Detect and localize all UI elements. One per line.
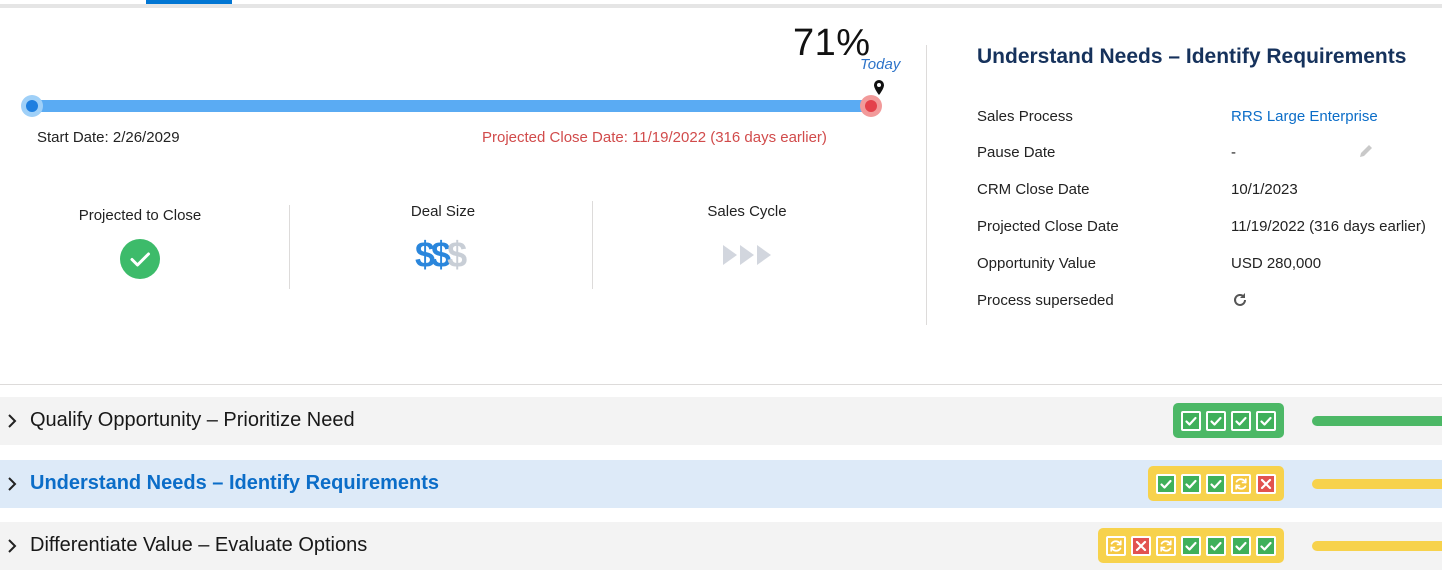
start-date: Start Date: 2/26/2029 [37,129,180,146]
task-complete-icon [1206,535,1226,556]
chevron-right-icon[interactable] [6,539,18,553]
task-complete-icon [1156,473,1176,494]
stage-title: Differentiate Value – Evaluate Options [30,534,368,556]
detail-label-crm-close-date: CRM Close Date [977,181,1090,198]
refresh-icon[interactable] [1232,292,1248,308]
stage-progress-bar [1312,479,1442,489]
projected-close-date-value: 11/19/2022 (316 days earlier) [1231,218,1426,235]
details-title: Understand Needs – Identify Requirements [977,45,1407,68]
stage-progress-bar [1312,541,1442,551]
stage-task-status [1173,403,1284,438]
dollar-signs-icon: $$$ [415,234,467,275]
chevrons-icon [723,245,771,265]
location-pin-icon [874,80,884,95]
task-in-progress-icon [1106,535,1126,556]
panel-divider [926,45,927,325]
metric-deal-size-label: Deal Size [410,203,476,220]
stage-row-differentiate-value[interactable]: Differentiate Value – Evaluate Options [0,522,1442,570]
chevron-right-icon[interactable] [6,477,18,491]
chevron-right-icon[interactable] [6,414,18,428]
stage-progress-bar [1312,416,1442,426]
task-complete-icon [1181,535,1201,556]
timeline-fill [30,100,876,112]
metric-projected-to-close-label: Projected to Close [78,207,202,224]
edit-pencil-icon[interactable] [1358,143,1374,159]
pause-date-value: - [1231,144,1236,161]
task-complete-icon [1181,473,1201,494]
task-complete-icon [1206,410,1226,431]
task-in-progress-icon [1231,473,1251,494]
task-complete-icon [1256,410,1276,431]
section-divider [0,384,1442,385]
projected-close-date: Projected Close Date: 11/19/2022 (316 da… [482,129,827,146]
task-complete-icon [1231,410,1251,431]
detail-label-opportunity-value: Opportunity Value [977,255,1096,272]
timeline-today-marker [860,95,882,117]
crm-close-date-value: 10/1/2023 [1231,181,1298,198]
task-complete-icon [1206,473,1226,494]
stage-row-qualify[interactable]: Qualify Opportunity – Prioritize Need [0,397,1442,445]
detail-label-process-superseded: Process superseded [977,292,1114,309]
task-blocked-icon [1256,473,1276,494]
detail-label-sales-process: Sales Process [977,108,1073,125]
metric-divider [592,201,593,289]
metric-sales-cycle-label: Sales Cycle [707,203,787,220]
stage-title: Understand Needs – Identify Requirements [30,472,439,494]
metric-divider [289,205,290,289]
stage-row-understand-needs[interactable]: Understand Needs – Identify Requirements [0,460,1442,508]
sales-process-link[interactable]: RRS Large Enterprise [1231,108,1378,125]
timeline-start-marker [21,95,43,117]
stage-title: Qualify Opportunity – Prioritize Need [30,409,355,431]
tab-strip-rule [0,4,1442,8]
task-complete-icon [1181,410,1201,431]
task-complete-icon [1231,535,1251,556]
active-tab-indicator [146,0,232,4]
timeline-track [30,100,876,112]
stage-task-status [1098,528,1284,563]
detail-label-projected-close-date: Projected Close Date [977,218,1119,235]
detail-label-pause-date: Pause Date [977,144,1056,161]
today-label: Today [860,56,901,73]
stage-task-status [1148,466,1284,501]
task-in-progress-icon [1156,535,1176,556]
opportunity-value: USD 280,000 [1231,255,1322,272]
task-blocked-icon [1131,535,1151,556]
task-complete-icon [1256,535,1276,556]
check-circle-icon [120,239,160,279]
progress-percent: 71% [793,22,871,64]
